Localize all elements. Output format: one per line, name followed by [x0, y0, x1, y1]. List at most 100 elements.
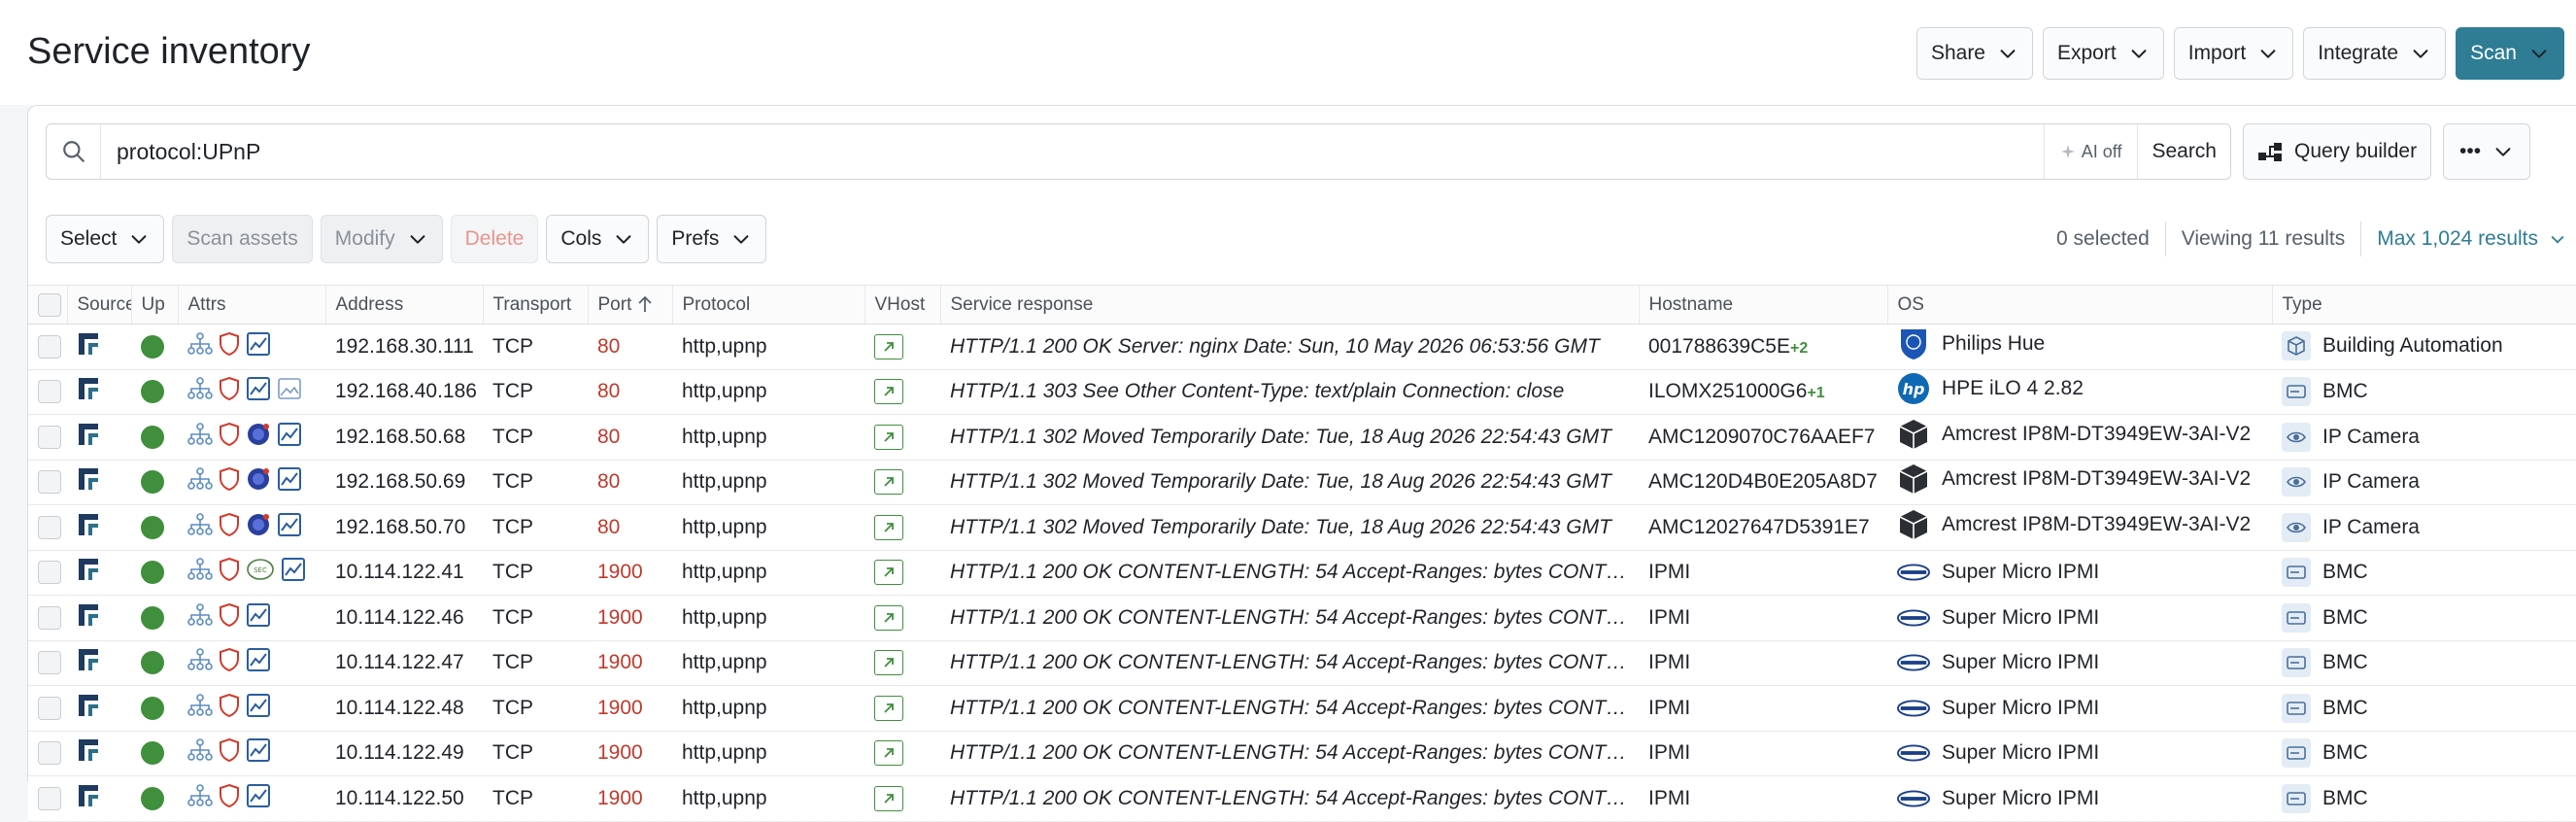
row-select-cell[interactable]: [28, 414, 67, 461]
row-checkbox[interactable]: [38, 696, 61, 720]
vhost-cell[interactable]: [864, 595, 940, 641]
table-row[interactable]: 192.168.50.70 TCP 80 http,upnp HTTP/1.1 …: [28, 504, 2576, 551]
scan-button[interactable]: Scan: [2456, 27, 2564, 80]
share-button[interactable]: Share: [1915, 27, 2033, 80]
address-cell[interactable]: 192.168.50.70: [325, 504, 483, 551]
table-row[interactable]: 192.168.30.111 TCP 80 http,upnp HTTP/1.1…: [28, 324, 2576, 370]
table-row[interactable]: 10.114.122.50 TCP 1900 http,upnp HTTP/1.…: [28, 775, 2576, 822]
vhost-cell[interactable]: [864, 504, 940, 551]
search-input[interactable]: [101, 124, 2044, 179]
col-sources[interactable]: Sources: [67, 285, 132, 325]
ai-toggle[interactable]: AI off: [2043, 124, 2138, 179]
row-checkbox[interactable]: [38, 425, 61, 449]
col-os[interactable]: OS: [1887, 285, 2273, 325]
chevron-down-icon: [2551, 235, 2564, 244]
address-cell[interactable]: 10.114.122.47: [325, 640, 483, 686]
vhost-cell[interactable]: [864, 369, 940, 415]
row-checkbox[interactable]: [38, 380, 61, 404]
col-type[interactable]: Type: [2272, 285, 2576, 325]
vhost-cell[interactable]: [864, 731, 940, 776]
row-checkbox[interactable]: [38, 470, 61, 495]
row-select-cell[interactable]: [28, 324, 67, 370]
vhost-cell[interactable]: [864, 414, 940, 461]
row-checkbox[interactable]: [38, 741, 61, 766]
external-link-icon[interactable]: [874, 650, 903, 676]
external-link-icon[interactable]: [874, 695, 903, 721]
external-link-icon[interactable]: [874, 469, 903, 496]
table-row[interactable]: 10.114.122.49 TCP 1900 http,upnp HTTP/1.…: [28, 731, 2576, 776]
address-cell[interactable]: 192.168.30.111: [325, 324, 483, 370]
col-up[interactable]: Up: [131, 285, 179, 325]
row-checkbox[interactable]: [38, 786, 61, 810]
table-row[interactable]: SEC 10.114.122.41 TCP 1900 http,upnp HTT…: [28, 550, 2576, 596]
source-runzero-icon: [79, 468, 98, 491]
max-results-dropdown[interactable]: Max 1,024 results: [2377, 227, 2567, 251]
col-hostname[interactable]: Hostname: [1639, 285, 1888, 325]
scan-assets-button[interactable]: Scan assets: [172, 215, 313, 263]
modify-button[interactable]: Modify: [320, 215, 443, 263]
address-cell[interactable]: 10.114.122.50: [325, 775, 483, 822]
vhost-cell[interactable]: [864, 685, 940, 732]
row-select-cell[interactable]: [28, 775, 67, 822]
external-link-icon[interactable]: [874, 333, 903, 360]
row-select-cell[interactable]: [28, 731, 67, 776]
row-select-cell[interactable]: [28, 685, 67, 732]
external-link-icon[interactable]: [874, 379, 903, 405]
address-cell[interactable]: 10.114.122.49: [325, 731, 483, 776]
address-cell[interactable]: 192.168.50.68: [325, 414, 483, 461]
row-select-cell[interactable]: [28, 640, 67, 686]
select-all-cell[interactable]: [28, 285, 68, 325]
vhost-cell[interactable]: [864, 640, 940, 686]
address-cell[interactable]: 192.168.40.186: [325, 369, 483, 415]
col-address[interactable]: Address: [325, 285, 484, 325]
table-row[interactable]: 192.168.50.68 TCP 80 http,upnp HTTP/1.1 …: [28, 414, 2576, 461]
more-button[interactable]: •••: [2443, 123, 2531, 180]
external-link-icon[interactable]: [874, 560, 903, 586]
vhost-cell[interactable]: [864, 460, 940, 505]
row-checkbox[interactable]: [38, 515, 61, 539]
row-checkbox[interactable]: [38, 605, 61, 630]
col-protocol[interactable]: Protocol: [672, 285, 865, 325]
import-button[interactable]: Import: [2173, 27, 2294, 80]
row-select-cell[interactable]: [28, 504, 67, 551]
external-link-icon[interactable]: [874, 424, 903, 450]
external-link-icon[interactable]: [874, 604, 903, 631]
vhost-cell[interactable]: [864, 775, 940, 822]
row-select-cell[interactable]: [28, 595, 67, 641]
row-select-cell[interactable]: [28, 369, 67, 415]
col-port[interactable]: Port: [588, 285, 673, 325]
row-checkbox[interactable]: [38, 561, 61, 585]
address-cell[interactable]: 10.114.122.48: [325, 685, 483, 732]
query-builder-button[interactable]: Query builder: [2243, 123, 2432, 180]
external-link-icon[interactable]: [874, 514, 903, 540]
table-row[interactable]: 192.168.50.69 TCP 80 http,upnp HTTP/1.1 …: [28, 460, 2576, 505]
cols-button[interactable]: Cols: [546, 215, 650, 263]
integrate-button[interactable]: Integrate: [2303, 27, 2447, 80]
vhost-cell[interactable]: [864, 550, 940, 596]
row-checkbox[interactable]: [38, 334, 61, 359]
delete-button[interactable]: Delete: [450, 215, 539, 263]
select-all-checkbox[interactable]: [38, 292, 61, 317]
select-button[interactable]: Select: [46, 215, 165, 263]
external-link-icon[interactable]: [874, 785, 903, 811]
table-row[interactable]: 10.114.122.46 TCP 1900 http,upnp HTTP/1.…: [28, 595, 2576, 641]
row-select-cell[interactable]: [28, 550, 67, 596]
row-select-cell[interactable]: [28, 460, 67, 505]
address-cell[interactable]: 10.114.122.41: [325, 550, 483, 596]
status-up-dot: [141, 605, 164, 630]
export-button[interactable]: Export: [2043, 27, 2164, 80]
vhost-cell[interactable]: [864, 324, 940, 370]
prefs-button[interactable]: Prefs: [657, 215, 767, 263]
table-row[interactable]: 10.114.122.48 TCP 1900 http,upnp HTTP/1.…: [28, 685, 2576, 732]
address-cell[interactable]: 192.168.50.69: [325, 460, 483, 505]
col-service-response[interactable]: Service response: [940, 285, 1640, 325]
external-link-icon[interactable]: [874, 740, 903, 767]
table-row[interactable]: 192.168.40.186 TCP 80 http,upnp HTTP/1.1…: [28, 369, 2576, 415]
address-cell[interactable]: 10.114.122.46: [325, 595, 483, 641]
row-checkbox[interactable]: [38, 651, 61, 675]
col-attrs[interactable]: Attrs: [178, 285, 326, 325]
table-row[interactable]: 10.114.122.47 TCP 1900 http,upnp HTTP/1.…: [28, 640, 2576, 686]
search-button[interactable]: Search: [2137, 124, 2230, 179]
col-vhost[interactable]: VHost: [864, 285, 941, 325]
col-transport[interactable]: Transport: [483, 285, 589, 325]
